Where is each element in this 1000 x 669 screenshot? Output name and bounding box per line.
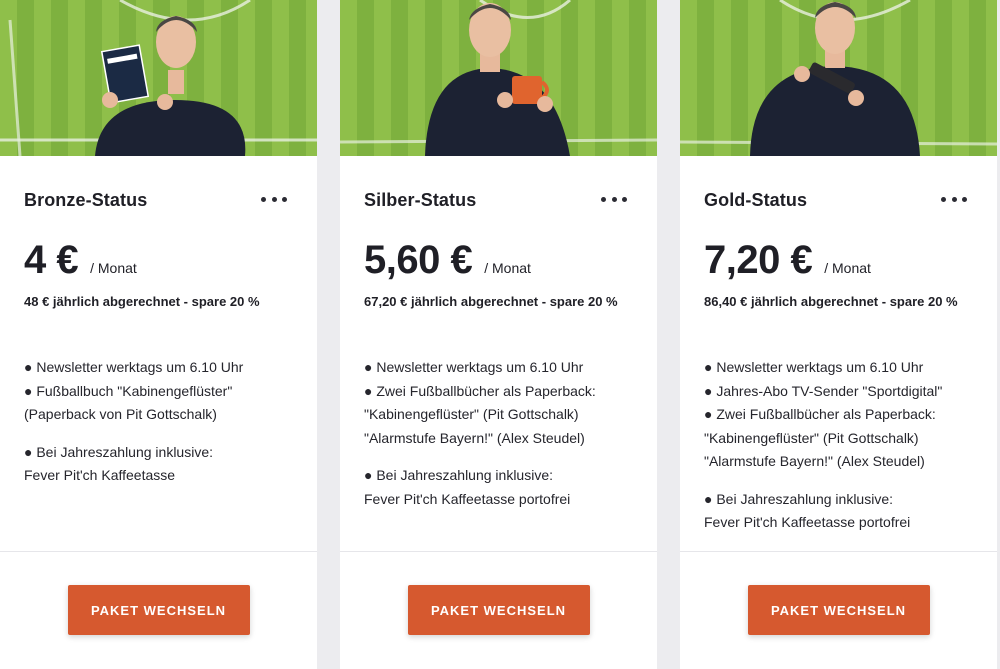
price-period: / Monat (824, 260, 871, 276)
bonus-item: Fever Pit'ch Kaffeetasse portofrei (364, 490, 571, 507)
divider (680, 551, 997, 552)
change-package-button[interactable]: PAKET WECHSELN (407, 585, 590, 635)
feature-item: ● Zwei Fußballbücher als Paperback: (704, 406, 936, 422)
divider (0, 551, 317, 552)
feature-item: ● Zwei Fußballbücher als Paperback: (364, 382, 596, 399)
yearly-billing-note: 67,20 € jährlich abgerechnet - spare 20 … (364, 294, 618, 309)
plan-body: Silber-Status 5,60 € / Monat 67,20 € jäh… (340, 156, 657, 552)
price-row: 7,20 € / Monat (704, 238, 871, 283)
pricing-page: Bronze-Status 4 € / Monat 48 € jährlich … (0, 0, 1000, 669)
feature-item: "Alarmstufe Bayern!" (Alex Steudel) (364, 429, 585, 446)
feature-list: ● Newsletter werktags um 6.10 Uhr ● Zwei… (364, 356, 643, 511)
plan-photo (0, 0, 317, 156)
bonus-item: ● Bei Jahreszahlung inklusive: (24, 443, 213, 460)
bonus-item: ● Bei Jahreszahlung inklusive: (364, 467, 553, 483)
feature-item: ● Newsletter werktags um 6.10 Uhr (704, 359, 924, 375)
price-period: / Monat (484, 260, 531, 276)
yearly-billing-note: 86,40 € jährlich abgerechnet - spare 20 … (704, 294, 958, 309)
price-row: 4 € / Monat (24, 238, 137, 283)
feature-list: ● Newsletter werktags um 6.10 Uhr ● Fußb… (24, 356, 303, 488)
plan-price: 4 € (24, 238, 79, 282)
plan-title: Gold-Status (704, 190, 808, 210)
price-period: / Monat (90, 260, 137, 276)
plan-card-silver: Silber-Status 5,60 € / Monat 67,20 € jäh… (340, 0, 657, 669)
plan-card-bronze: Bronze-Status 4 € / Monat 48 € jährlich … (0, 0, 317, 669)
divider (340, 551, 657, 552)
feature-item: (Paperback von Pit Gottschalk) (24, 406, 217, 422)
more-options-icon[interactable] (601, 194, 627, 204)
plan-price: 7,20 € (704, 238, 813, 282)
plan-photo (340, 0, 657, 156)
more-options-icon[interactable] (261, 194, 287, 204)
price-row: 5,60 € / Monat (364, 238, 531, 283)
yearly-billing-note: 48 € jährlich abgerechnet - spare 20 % (24, 294, 260, 309)
feature-item: "Alarmstufe Bayern!" (Alex Steudel) (704, 453, 925, 469)
feature-list: ● Newsletter werktags um 6.10 Uhr ● Jahr… (704, 356, 983, 535)
feature-item: "Kabinengeflüster" (Pit Gottschalk) (704, 429, 919, 446)
plan-photo (680, 0, 997, 156)
bonus-item: Fever Pit'ch Kaffeetasse portofrei (704, 514, 911, 530)
feature-item: ● Jahres-Abo TV-Sender "Sportdigital" (704, 382, 943, 399)
plan-card-gold: Gold-Status 7,20 € / Monat 86,40 € jährl… (680, 0, 997, 669)
plan-price: 5,60 € (364, 238, 473, 282)
plan-title: Silber-Status (364, 190, 477, 210)
feature-item: ● Newsletter werktags um 6.10 Uhr (364, 359, 584, 375)
feature-item: "Kabinengeflüster" (Pit Gottschalk) (364, 406, 579, 422)
feature-item: ● Newsletter werktags um 6.10 Uhr (24, 359, 244, 375)
plan-body: Gold-Status 7,20 € / Monat 86,40 € jährl… (680, 156, 997, 552)
more-options-icon[interactable] (941, 194, 967, 204)
bonus-item: ● Bei Jahreszahlung inklusive: (704, 490, 893, 507)
bonus-item: Fever Pit'ch Kaffeetasse (24, 467, 176, 483)
plan-body: Bronze-Status 4 € / Monat 48 € jährlich … (0, 156, 317, 552)
feature-item: ● Fußballbuch "Kabinengeflüster" (24, 382, 233, 399)
plan-title: Bronze-Status (24, 190, 148, 210)
change-package-button[interactable]: PAKET WECHSELN (747, 585, 930, 635)
change-package-button[interactable]: PAKET WECHSELN (67, 585, 250, 635)
